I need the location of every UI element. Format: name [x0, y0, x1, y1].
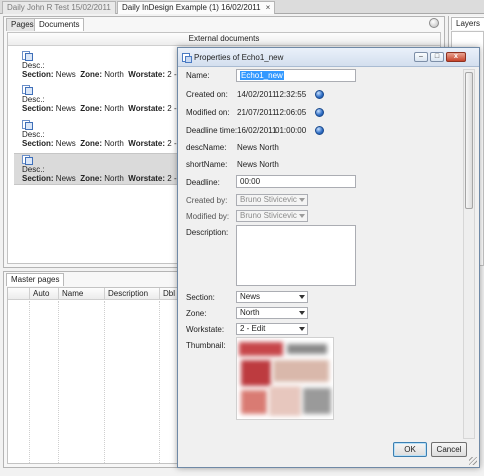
descname-label: descName:: [186, 143, 227, 152]
document-icon: [22, 155, 34, 165]
modified-on-time: 12:06:05: [275, 108, 307, 117]
document-icon: [22, 120, 34, 130]
name-label: Name:: [186, 71, 210, 80]
dialog-title: Properties of Echo1_new: [194, 53, 284, 62]
tab-master-pages[interactable]: Master pages: [6, 273, 65, 286]
close-tab-icon[interactable]: ×: [266, 3, 271, 12]
column-header-blank[interactable]: [8, 288, 30, 299]
deadline-field[interactable]: 00:00: [236, 175, 356, 188]
modified-by-label: Modified by:: [186, 212, 230, 221]
created-on-date: 14/02/2011: [237, 90, 277, 99]
thumbnail-image: [236, 337, 334, 420]
tab-daily-indesign-example[interactable]: Daily InDesign Example (1) 16/02/2011 ×: [117, 1, 276, 14]
deadline-time-label: Deadline time:: [186, 126, 238, 135]
shortname-label: shortName:: [186, 160, 228, 169]
globe-icon[interactable]: [315, 108, 324, 117]
shortname-value: News North: [237, 160, 279, 169]
maximize-button[interactable]: □: [430, 52, 444, 62]
document-icon: [22, 85, 34, 95]
column-header-description[interactable]: Description: [105, 288, 160, 299]
column-divider: [104, 301, 105, 463]
options-button[interactable]: [429, 18, 439, 28]
chevron-down-icon: [299, 311, 305, 315]
section-label: Section:: [186, 293, 215, 302]
tab-documents[interactable]: Documents: [34, 18, 85, 31]
cancel-button[interactable]: Cancel: [431, 442, 467, 457]
chevron-down-icon: [299, 327, 305, 331]
deadline-label: Deadline:: [186, 178, 220, 187]
zone-label: Zone:: [186, 309, 207, 318]
modified-on-date: 21/07/2011: [237, 108, 277, 117]
tab-layers[interactable]: Layers: [451, 17, 484, 30]
modified-on-label: Modified on:: [186, 108, 230, 117]
tab-daily-john-r-test[interactable]: Daily John R Test 15/02/2011: [2, 1, 116, 14]
column-divider: [58, 301, 59, 463]
column-header-name[interactable]: Name: [59, 288, 105, 299]
description-label: Description:: [186, 228, 229, 237]
external-documents-header: External documents: [8, 33, 440, 46]
properties-dialog: Properties of Echo1_new – □ x Name: Echo…: [177, 47, 480, 468]
master-pages-table: Auto Name Description Dbl: [7, 287, 190, 464]
section-dropdown[interactable]: News: [236, 291, 308, 303]
created-by-dropdown[interactable]: Bruno Stivicevic: [236, 194, 308, 206]
created-on-label: Created on:: [186, 90, 228, 99]
ok-button[interactable]: OK: [393, 442, 427, 457]
document-icon: [182, 53, 192, 63]
scrollbar-thumb[interactable]: [465, 72, 473, 209]
chevron-down-icon: [299, 295, 305, 299]
descname-value: News North: [237, 143, 279, 152]
modified-by-dropdown[interactable]: Bruno Stivicevic: [236, 210, 308, 222]
minimize-button[interactable]: –: [414, 52, 428, 62]
dialog-title-bar[interactable]: Properties of Echo1_new – □ x: [178, 48, 479, 67]
document-tab-bar: Daily John R Test 15/02/2011 Daily InDes…: [0, 0, 484, 14]
close-button[interactable]: x: [446, 52, 466, 62]
zone-dropdown[interactable]: North: [236, 307, 308, 319]
dialog-scrollbar[interactable]: [463, 69, 475, 439]
created-on-time: 12:32:55: [275, 90, 307, 99]
deadline-time-date: 16/02/2011: [237, 126, 277, 135]
description-textarea[interactable]: [236, 225, 356, 286]
column-divider: [29, 301, 30, 463]
chevron-down-icon: [299, 198, 305, 202]
created-by-label: Created by:: [186, 196, 228, 205]
resize-grip-icon[interactable]: [469, 457, 477, 465]
deadline-time-time: 01:00:00: [275, 126, 307, 135]
document-icon: [22, 51, 34, 61]
workstate-dropdown[interactable]: 2 - Edit: [236, 323, 308, 335]
master-pages-panel: Master pages Auto Name Description Dbl: [3, 271, 193, 468]
chevron-down-icon: [299, 214, 305, 218]
workstate-label: Workstate:: [186, 325, 225, 334]
name-field[interactable]: Echo1_new: [236, 69, 356, 82]
globe-icon[interactable]: [315, 126, 324, 135]
thumbnail-label: Thumbnail:: [186, 341, 226, 350]
column-divider: [159, 301, 160, 463]
column-header-auto[interactable]: Auto: [30, 288, 59, 299]
globe-icon[interactable]: [315, 90, 324, 99]
master-pages-header: Auto Name Description Dbl: [8, 288, 190, 300]
